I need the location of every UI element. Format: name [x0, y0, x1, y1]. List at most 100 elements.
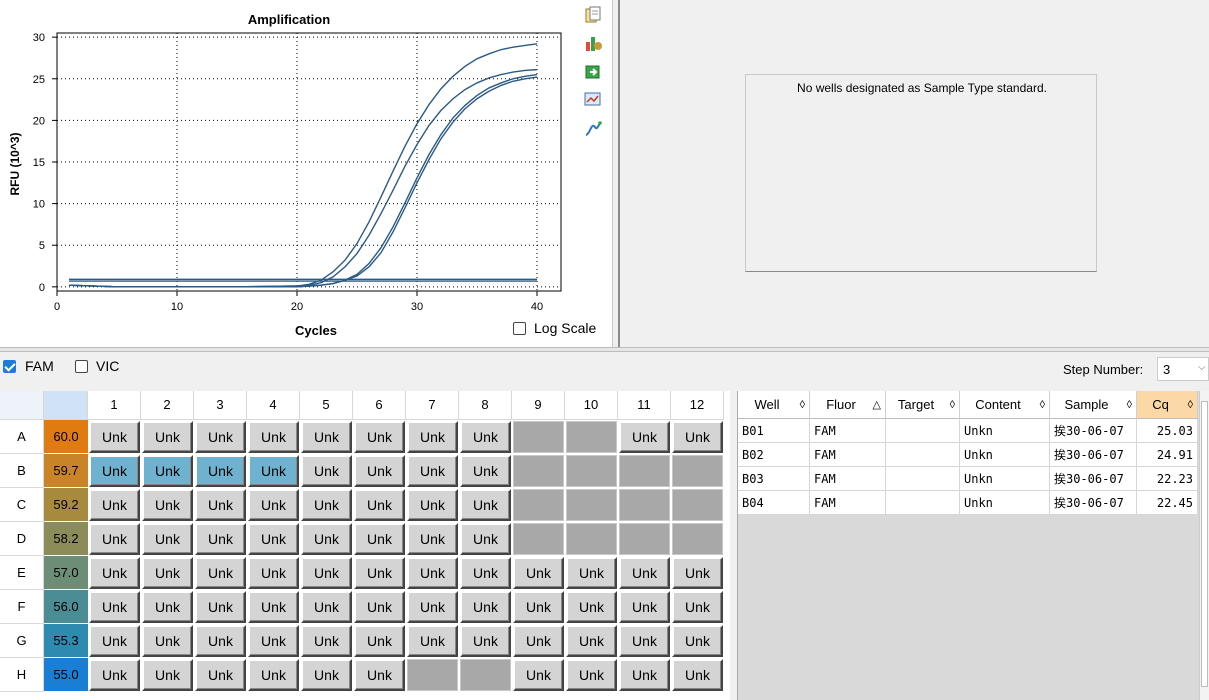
plate-well[interactable]: Unk — [619, 659, 670, 691]
plate-well[interactable]: Unk — [195, 523, 246, 555]
plate-well[interactable]: Unk — [460, 591, 511, 623]
result-cell-well[interactable]: B01 — [738, 419, 810, 443]
plate-column-header[interactable]: 6 — [353, 391, 406, 420]
plate-well[interactable]: Unk — [195, 625, 246, 657]
sort-icon[interactable]: ◊ — [800, 391, 805, 419]
plate-well[interactable]: Unk — [407, 557, 458, 589]
result-cell-sample[interactable]: 挨30-06-07 — [1050, 491, 1137, 515]
plate-well[interactable]: Unk — [142, 659, 193, 691]
sort-icon[interactable]: ◊ — [1040, 391, 1045, 419]
plate-well[interactable]: Unk — [354, 557, 405, 589]
plate-well[interactable] — [672, 489, 723, 521]
plate-well[interactable]: Unk — [672, 625, 723, 657]
result-cell-target[interactable] — [886, 419, 960, 443]
plate-well[interactable]: Unk — [513, 591, 564, 623]
result-cell-well[interactable]: B02 — [738, 443, 810, 467]
plate-well[interactable]: Unk — [354, 523, 405, 555]
result-cell-target[interactable] — [886, 443, 960, 467]
result-cell-sample[interactable]: 挨30-06-07 — [1050, 443, 1137, 467]
plate-row-header[interactable]: C — [0, 488, 44, 522]
plate-well[interactable]: Unk — [566, 557, 617, 589]
plate-well[interactable]: Unk — [301, 625, 352, 657]
plate-column-header[interactable]: 7 — [406, 391, 459, 420]
plate-well[interactable]: Unk — [407, 489, 458, 521]
plate-row-header[interactable]: H — [0, 658, 44, 692]
plate-well[interactable] — [566, 489, 617, 521]
plate-well[interactable]: Unk — [672, 421, 723, 453]
plate-well[interactable]: Unk — [460, 455, 511, 487]
plate-column-header[interactable]: 8 — [459, 391, 512, 420]
plate-well[interactable]: Unk — [407, 455, 458, 487]
plate-well[interactable]: Unk — [142, 625, 193, 657]
header-content[interactable]: Content ◊ — [960, 391, 1050, 419]
results-scrollbar[interactable] — [1199, 391, 1209, 700]
result-cell-target[interactable] — [886, 491, 960, 515]
result-cell-well[interactable]: B03 — [738, 467, 810, 491]
plate-well[interactable]: Unk — [301, 591, 352, 623]
result-cell-content[interactable]: Unkn — [960, 443, 1050, 467]
plate-well[interactable]: Unk — [89, 489, 140, 521]
plate-well[interactable]: Unk — [301, 523, 352, 555]
vic-checkbox[interactable] — [75, 360, 88, 373]
plate-row-header[interactable]: B — [0, 454, 44, 488]
plate-well[interactable]: Unk — [407, 591, 458, 623]
fam-checkbox[interactable] — [3, 360, 16, 373]
zoom-icon[interactable] — [584, 90, 602, 108]
plate-well[interactable] — [672, 455, 723, 487]
step-number-select[interactable]: 3 ⌵ — [1157, 357, 1209, 381]
plate-well[interactable]: Unk — [566, 591, 617, 623]
plate-well[interactable]: Unk — [301, 659, 352, 691]
horizontal-splitter[interactable] — [0, 347, 1209, 352]
result-cell-fluor[interactable]: FAM — [810, 467, 886, 491]
plate-well[interactable]: Unk — [142, 455, 193, 487]
scrollbar-thumb[interactable] — [1201, 401, 1208, 687]
plate-well[interactable]: Unk — [460, 625, 511, 657]
plate-well[interactable]: Unk — [513, 625, 564, 657]
plate-well[interactable]: Unk — [354, 421, 405, 453]
plate-well[interactable]: Unk — [195, 557, 246, 589]
result-cell-fluor[interactable]: FAM — [810, 491, 886, 515]
result-cell-cq[interactable]: 22.23 — [1137, 467, 1198, 491]
sort-icon[interactable]: △ — [873, 391, 881, 419]
plate-well[interactable]: Unk — [89, 625, 140, 657]
plate-well[interactable] — [513, 489, 564, 521]
result-cell-cq[interactable]: 24.91 — [1137, 443, 1198, 467]
plate-well[interactable]: Unk — [460, 557, 511, 589]
plate-well[interactable]: Unk — [89, 557, 140, 589]
plate-well[interactable] — [513, 523, 564, 555]
result-cell-fluor[interactable]: FAM — [810, 419, 886, 443]
plate-column-header[interactable]: 11 — [618, 391, 671, 420]
plate-well[interactable]: Unk — [407, 625, 458, 657]
vertical-splitter[interactable] — [612, 0, 620, 347]
plate-well[interactable]: Unk — [89, 421, 140, 453]
plate-row-header[interactable]: A — [0, 420, 44, 454]
sort-icon[interactable]: ◊ — [1188, 391, 1193, 419]
plate-well[interactable]: Unk — [407, 421, 458, 453]
plate-well[interactable]: Unk — [619, 557, 670, 589]
result-cell-content[interactable]: Unkn — [960, 467, 1050, 491]
plate-well[interactable]: Unk — [354, 591, 405, 623]
plate-well[interactable]: Unk — [619, 591, 670, 623]
plate-well[interactable]: Unk — [301, 421, 352, 453]
plate-well[interactable]: Unk — [195, 489, 246, 521]
plate-well[interactable]: Unk — [460, 421, 511, 453]
plate-column-header[interactable]: 3 — [194, 391, 247, 420]
plate-well[interactable]: Unk — [248, 455, 299, 487]
plate-well[interactable]: Unk — [195, 455, 246, 487]
plate-row-header[interactable]: G — [0, 624, 44, 658]
plate-well[interactable] — [407, 659, 458, 691]
plate-well[interactable]: Unk — [672, 659, 723, 691]
plate-row-header[interactable]: F — [0, 590, 44, 624]
header-well[interactable]: Well ◊ — [738, 391, 810, 419]
result-cell-cq[interactable]: 25.03 — [1137, 419, 1198, 443]
plate-well[interactable]: Unk — [407, 523, 458, 555]
plate-well[interactable]: Unk — [248, 557, 299, 589]
plate-well[interactable]: Unk — [566, 625, 617, 657]
plate-column-header[interactable]: 5 — [300, 391, 353, 420]
plate-well[interactable]: Unk — [354, 455, 405, 487]
plate-well[interactable]: Unk — [248, 421, 299, 453]
plate-well[interactable]: Unk — [460, 489, 511, 521]
plate-well[interactable]: Unk — [248, 489, 299, 521]
plate-well[interactable] — [619, 455, 670, 487]
trace-icon[interactable] — [584, 120, 602, 138]
